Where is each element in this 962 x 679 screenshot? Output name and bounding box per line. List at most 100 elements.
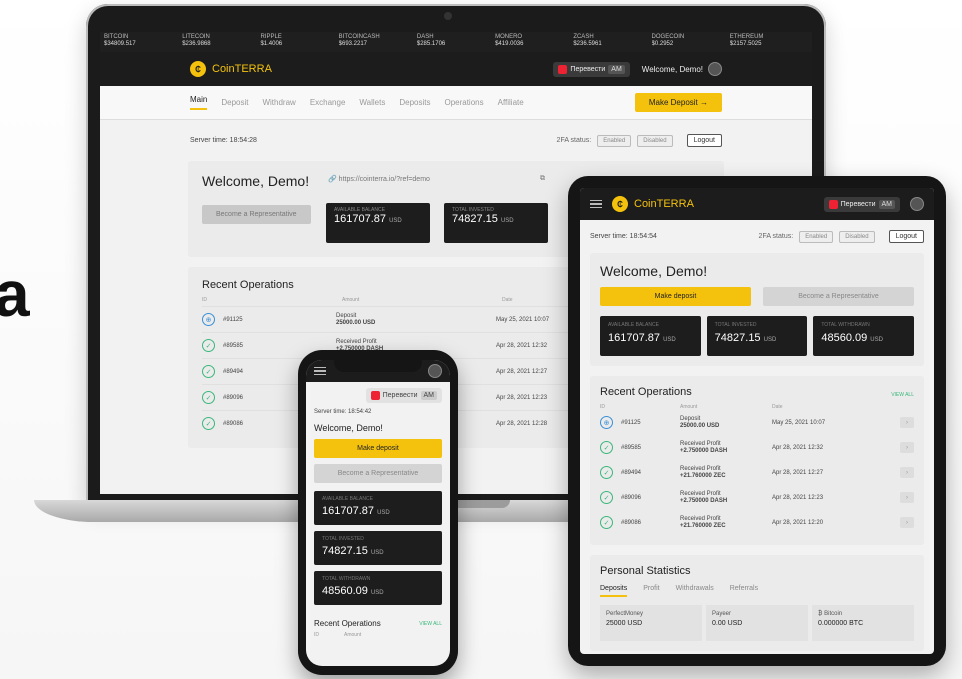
transfer-button[interactable]: Перевести AM (823, 196, 900, 212)
make-deposit-button[interactable]: Make deposit (600, 287, 751, 306)
avatar-icon[interactable] (428, 364, 442, 378)
referral-link[interactable]: 🔗 https://cointerra.io/?ref=demo (328, 175, 430, 183)
transfer-button[interactable]: Перевести AM (365, 388, 442, 403)
tile-unit: USD (370, 550, 384, 556)
op-amount: 25000.00 USD (336, 319, 376, 326)
op-date: Apr 28, 2021 12:23 (496, 394, 548, 401)
ticker-item: BITCOINCASH $693.2217 (338, 34, 380, 47)
op-id: #89096 (621, 494, 642, 501)
logout-button[interactable]: Logout (888, 230, 924, 243)
chevron-right-icon[interactable]: › (900, 442, 914, 453)
two-fa-disable-button[interactable]: Disabled (637, 134, 673, 147)
ticker-item: MONERO $419.0036 (495, 34, 524, 47)
nav-deposit[interactable]: Deposit (221, 98, 248, 107)
tile-unit: USD (763, 337, 777, 343)
op-id: #89086 (621, 519, 642, 526)
op-type: Received Profit (680, 515, 721, 522)
recent-operations-title: Recent Operations (600, 386, 692, 398)
two-fa-enable-button[interactable]: Enabled (597, 134, 632, 147)
user-menu[interactable]: Welcome, Demo! (642, 62, 722, 76)
make-deposit-button[interactable]: Make Deposit → (634, 93, 722, 112)
make-deposit-button[interactable]: Make deposit (314, 439, 442, 458)
op-type: Received Profit (336, 338, 377, 345)
tile-label: TOTAL INVESTED (714, 322, 757, 328)
brand-logo[interactable]: ₵ CoinTERRA (612, 196, 694, 212)
tile-value: 161707.87 (322, 505, 374, 517)
two-fa-disable-button[interactable]: Disabled (839, 230, 875, 243)
op-amount: +2.750000 DASH (680, 447, 728, 454)
ticker-item: LITECOIN $236.9868 (182, 34, 211, 47)
avatar-icon[interactable] (910, 197, 924, 211)
op-amount: 25000.00 USD (680, 422, 720, 429)
ticker-item: DOGECOIN $0.2952 (651, 34, 685, 47)
nav-main[interactable]: Main (190, 95, 208, 110)
copy-icon[interactable]: ⧉ (540, 175, 545, 183)
col-date: Date (502, 297, 513, 303)
col-date: Date (772, 404, 783, 410)
op-id: #89585 (621, 444, 642, 451)
tab-deposits[interactable]: Deposits (600, 585, 628, 597)
chevron-right-icon[interactable]: › (900, 417, 914, 428)
op-id: #89494 (621, 469, 642, 476)
nav-withdraw[interactable]: Withdraw (262, 98, 295, 107)
nav-wallets[interactable]: Wallets (359, 98, 385, 107)
currency-select[interactable]: AM (608, 64, 625, 74)
tab-withdrawals[interactable]: Withdrawals (676, 585, 714, 597)
tab-profit[interactable]: Profit (643, 585, 659, 597)
table-row[interactable]: ✓ #89096 Received Profit +2.750000 DASH A… (600, 485, 914, 510)
menu-icon[interactable] (314, 366, 326, 376)
menu-icon[interactable] (590, 199, 602, 209)
recent-operations-card: Recent Operations VIEW ALL ID Amount Dat… (590, 376, 924, 545)
become-representative-button[interactable]: Become a Representative (202, 205, 311, 224)
tile-unit: USD (377, 510, 390, 516)
nav-exchange[interactable]: Exchange (310, 98, 346, 107)
coin-logo-icon: ₵ (612, 196, 628, 212)
view-all-link[interactable]: VIEW ALL (891, 392, 914, 398)
nav-deposits[interactable]: Deposits (399, 98, 430, 107)
tile-label: TOTAL INVESTED (322, 536, 364, 542)
tile-unit: USD (370, 590, 384, 596)
tile-label: AVAILABLE BALANCE (322, 496, 373, 502)
currency-select[interactable]: AM (878, 199, 895, 209)
col-id: ID (314, 632, 319, 638)
balance-unit: USD (389, 218, 402, 224)
welcome-heading: Welcome, Demo! (600, 263, 708, 279)
logout-button[interactable]: Logout (686, 134, 722, 147)
stat-cell: Payeer 0.00 USD (706, 605, 808, 641)
operations-header: ID Amount (306, 630, 450, 640)
table-row[interactable]: ⊕ #91125 Deposit 25000.00 USD May 25, 202… (600, 410, 914, 435)
tile-unit: USD (663, 337, 676, 343)
brand-name: CoinTERRA (212, 63, 272, 75)
chevron-right-icon[interactable]: › (900, 492, 914, 503)
phone-screen: Перевести AM Server time: 18:54:42 Welco… (306, 360, 450, 666)
partial-heading-letter: a (0, 258, 30, 330)
tile-value: 161707.87 (608, 332, 660, 344)
nav-affiliate[interactable]: Affiliate (498, 98, 524, 107)
tile-label: TOTAL WITHDRAWN (322, 576, 371, 582)
currency-select[interactable]: AM (420, 391, 437, 400)
become-representative-button[interactable]: Become a Representative (763, 287, 914, 306)
check-icon: ✓ (600, 516, 613, 529)
nav-operations[interactable]: Operations (444, 98, 483, 107)
op-date: Apr 28, 2021 12:23 (772, 494, 824, 501)
view-all-link[interactable]: VIEW ALL (419, 621, 442, 627)
become-representative-button[interactable]: Become a Representative (314, 464, 442, 483)
table-row[interactable]: ✓ #89585 Received Profit +2.750000 DASH A… (600, 435, 914, 460)
laptop-camera (444, 12, 452, 20)
two-fa-label: 2FA status: (556, 137, 592, 144)
chevron-right-icon[interactable]: › (900, 467, 914, 478)
transfer-button[interactable]: Перевести AM (553, 61, 630, 77)
chevron-right-icon[interactable]: › (900, 517, 914, 528)
op-id: #91125 (621, 419, 641, 426)
check-icon: ✓ (202, 417, 215, 430)
two-fa-enable-button[interactable]: Enabled (799, 230, 834, 243)
op-type: Received Profit (680, 440, 721, 447)
table-row[interactable]: ✓ #89086 Received Profit +21.760000 ZEC A… (600, 510, 914, 535)
tab-referrals[interactable]: Referrals (730, 585, 758, 597)
stat-name: ₿ Bitcoin (818, 611, 843, 617)
deposit-icon: ⊕ (600, 416, 613, 429)
table-row[interactable]: ✓ #89494 Received Profit +21.760000 ZEC A… (600, 460, 914, 485)
brand-logo[interactable]: ₵ CoinTERRA (190, 61, 272, 77)
two-fa-status: 2FA status: Enabled Disabled Logout (557, 134, 722, 147)
tile-value: 74827.15 (322, 545, 368, 557)
